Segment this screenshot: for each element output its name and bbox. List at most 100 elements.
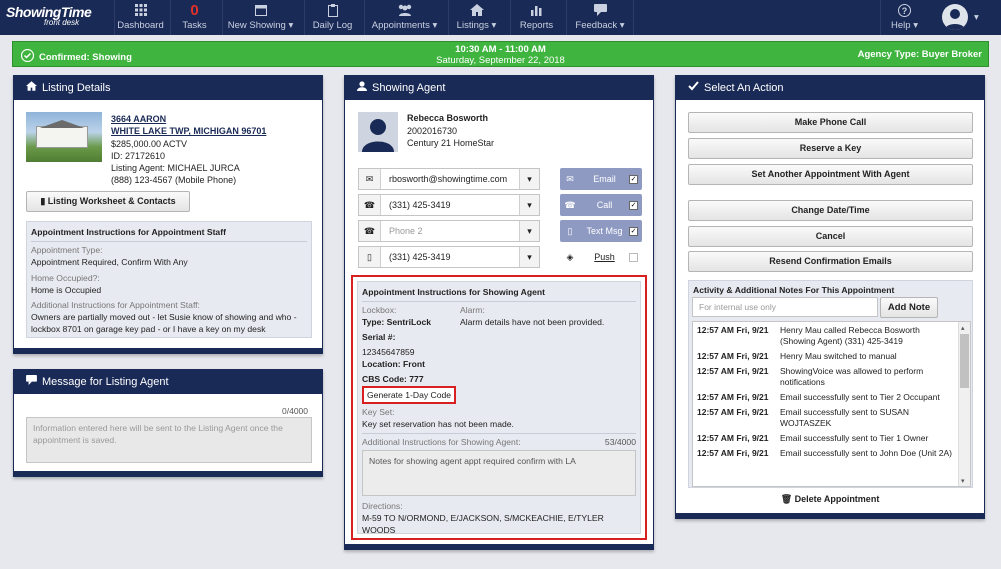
call-toggle[interactable]: ☎ Call ✓ bbox=[560, 194, 642, 216]
agency-type: Agency Type: Buyer Broker bbox=[857, 49, 982, 60]
nav-daily-log-label: Daily Log bbox=[312, 20, 353, 31]
logo-main-text: ShowingTime bbox=[6, 4, 92, 20]
trash-icon: 🗑 bbox=[780, 494, 793, 504]
alarm-label: Alarm: bbox=[460, 305, 485, 315]
showing-instructions-title: Appointment Instructions for Showing Age… bbox=[362, 287, 545, 297]
chevron-down-icon: ▾ bbox=[619, 20, 625, 31]
email-toggle[interactable]: ✉ Email ✓ bbox=[560, 168, 642, 190]
text-msg-toggle[interactable]: ▯ Text Msg ✓ bbox=[560, 220, 642, 242]
document-icon: ▮ bbox=[40, 196, 46, 206]
mobile-icon: ▯ bbox=[359, 247, 381, 267]
generate-code-label: Generate 1-Day Code bbox=[367, 390, 452, 400]
comment-icon bbox=[26, 370, 37, 394]
chevron-down-icon[interactable]: ▾ bbox=[519, 195, 539, 215]
phone-icon: ☎ bbox=[359, 195, 381, 215]
scroll-down-icon[interactable]: ▾ bbox=[961, 477, 965, 485]
message-textarea[interactable]: Information entered here will be sent to… bbox=[26, 417, 312, 463]
generate-code-button[interactable]: Generate 1-Day Code bbox=[362, 386, 457, 404]
appointment-type-value: Appointment Required, Confirm With Any bbox=[31, 257, 188, 268]
push-checkbox[interactable] bbox=[629, 252, 638, 262]
chevron-down-icon[interactable]: ▾ bbox=[519, 169, 539, 189]
set-another-appointment-button[interactable]: Set Another Appointment With Agent bbox=[688, 164, 973, 185]
text-msg-checkbox[interactable]: ✓ bbox=[629, 226, 638, 236]
nav-tasks-label: Tasks bbox=[182, 20, 207, 31]
agent-phone1-field[interactable]: ☎ (331) 425-3419 ▾ bbox=[358, 194, 540, 216]
appointment-time: 10:30 AM - 11:00 AM bbox=[455, 44, 546, 55]
showing-instructions-highlight: Appointment Instructions for Showing Age… bbox=[351, 275, 647, 540]
push-icon: ◈ bbox=[566, 251, 574, 262]
notes-list[interactable]: 12:57 AM Fri, 9/21 Henry Mau called Rebec… bbox=[692, 321, 971, 487]
nav-feedback[interactable]: Feedback ▾ bbox=[566, 0, 634, 35]
keyset-value: Key set reservation has not been made. bbox=[362, 419, 514, 429]
add-note-button[interactable]: Add Note bbox=[880, 297, 938, 318]
agent-phone2-field[interactable]: ☎ Phone 2 ▾ bbox=[358, 220, 540, 242]
note-timestamp: 12:57 AM Fri, 9/21 bbox=[697, 448, 769, 458]
chevron-down-icon[interactable]: ▾ bbox=[519, 221, 539, 241]
agent-name: Rebecca Bosworth bbox=[407, 113, 489, 123]
phone-icon: ☎ bbox=[359, 221, 381, 241]
confirmation-bar: Confirmed: Showing 10:30 AM - 11:00 AM S… bbox=[12, 41, 989, 67]
staff-additional-value: Owners are partially moved out - let Sus… bbox=[31, 312, 297, 335]
cancel-button[interactable]: Cancel bbox=[688, 226, 973, 247]
mobile-icon: ▯ bbox=[567, 225, 573, 236]
agent-mobile-field[interactable]: ▯ (331) 425-3419 ▾ bbox=[358, 246, 540, 268]
lockbox-label: Lockbox: bbox=[362, 305, 397, 315]
listing-worksheet-label: Listing Worksheet & Contacts bbox=[47, 196, 176, 206]
select-action-panel: Select An Action Make Phone Call Reserve… bbox=[675, 75, 985, 519]
nav-feedback-label: Feedback bbox=[575, 20, 618, 31]
make-phone-call-button[interactable]: Make Phone Call bbox=[688, 112, 973, 133]
cbs-code: CBS Code: 777 bbox=[362, 374, 424, 384]
bar-chart-icon bbox=[511, 0, 562, 20]
agent-avatar bbox=[358, 112, 398, 152]
nav-reports[interactable]: Reports bbox=[510, 0, 562, 35]
app-logo[interactable]: ShowingTime front desk bbox=[6, 5, 106, 31]
nav-new-showing-label: New Showing bbox=[227, 20, 286, 31]
listing-address-line2[interactable]: WHITE LAKE TWP, MICHIGAN 96701 bbox=[111, 125, 266, 137]
delete-appointment-button[interactable]: 🗑 Delete Appointment bbox=[676, 494, 984, 505]
note-timestamp: 12:57 AM Fri, 9/21 bbox=[697, 325, 769, 335]
nav-help[interactable]: ? Help ▾ bbox=[880, 0, 928, 35]
home-icon bbox=[26, 76, 37, 100]
directions-label: Directions: bbox=[362, 501, 403, 511]
user-menu[interactable]: ▾ bbox=[934, 0, 994, 35]
nav-listings[interactable]: Listings ▾ bbox=[448, 0, 504, 35]
svg-text:?: ? bbox=[902, 6, 908, 16]
chevron-down-icon[interactable]: ▾ bbox=[519, 247, 539, 267]
note-text: Email successfully sent to Tier 1 Owner bbox=[780, 433, 929, 443]
note-timestamp: 12:57 AM Fri, 9/21 bbox=[697, 433, 769, 443]
nav-tasks[interactable]: 0 Tasks bbox=[170, 0, 218, 35]
notes-scrollbar[interactable]: ▴ ▾ bbox=[958, 322, 970, 486]
message-listing-agent-panel: Message for Listing Agent 0/4000 Informa… bbox=[13, 369, 323, 477]
scroll-up-icon[interactable]: ▴ bbox=[961, 324, 965, 332]
listing-photo[interactable] bbox=[26, 112, 102, 162]
nav-dashboard-label: Dashboard bbox=[117, 20, 164, 31]
email-checkbox[interactable]: ✓ bbox=[629, 174, 638, 184]
reserve-key-button[interactable]: Reserve a Key bbox=[688, 138, 973, 159]
agent-phone1-value: (331) 425-3419 bbox=[389, 200, 451, 210]
nav-appointments[interactable]: Appointments ▾ bbox=[364, 0, 444, 35]
resend-confirmation-button[interactable]: Resend Confirmation Emails bbox=[688, 251, 973, 272]
logo-sub-text: front desk bbox=[44, 18, 80, 27]
note-input[interactable]: For internal use only bbox=[692, 297, 878, 317]
set-another-appointment-label: Set Another Appointment With Agent bbox=[751, 169, 910, 179]
agent-email-value: rbosworth@showingtime.com bbox=[389, 174, 508, 184]
showing-additional-textarea[interactable]: Notes for showing agent appt required co… bbox=[362, 450, 636, 496]
change-date-time-button[interactable]: Change Date/Time bbox=[688, 200, 973, 221]
call-checkbox[interactable]: ✓ bbox=[629, 200, 638, 210]
note-timestamp: 12:57 AM Fri, 9/21 bbox=[697, 392, 769, 402]
note-text: Email successfully sent to John Doe (Uni… bbox=[780, 448, 952, 458]
push-toggle[interactable]: ◈ Push bbox=[560, 246, 642, 268]
listing-worksheet-button[interactable]: ▮ Listing Worksheet & Contacts bbox=[26, 191, 190, 212]
scroll-thumb[interactable] bbox=[960, 334, 969, 388]
listing-address-line1[interactable]: 3664 AARON bbox=[111, 113, 266, 125]
note-row: 12:57 AM Fri, 9/21 Henry Mau switched to … bbox=[693, 349, 958, 364]
make-phone-call-label: Make Phone Call bbox=[794, 117, 867, 127]
agent-email-field[interactable]: ✉ rbosworth@showingtime.com ▾ bbox=[358, 168, 540, 190]
user-icon bbox=[357, 76, 367, 100]
nav-dashboard[interactable]: Dashboard bbox=[114, 0, 166, 35]
resend-confirmation-label: Resend Confirmation Emails bbox=[769, 256, 892, 266]
nav-daily-log[interactable]: Daily Log bbox=[304, 0, 360, 35]
nav-listings-label: Listings bbox=[456, 20, 489, 31]
nav-new-showing[interactable]: New Showing ▾ bbox=[222, 0, 298, 35]
chevron-down-icon: ▾ bbox=[288, 20, 294, 31]
